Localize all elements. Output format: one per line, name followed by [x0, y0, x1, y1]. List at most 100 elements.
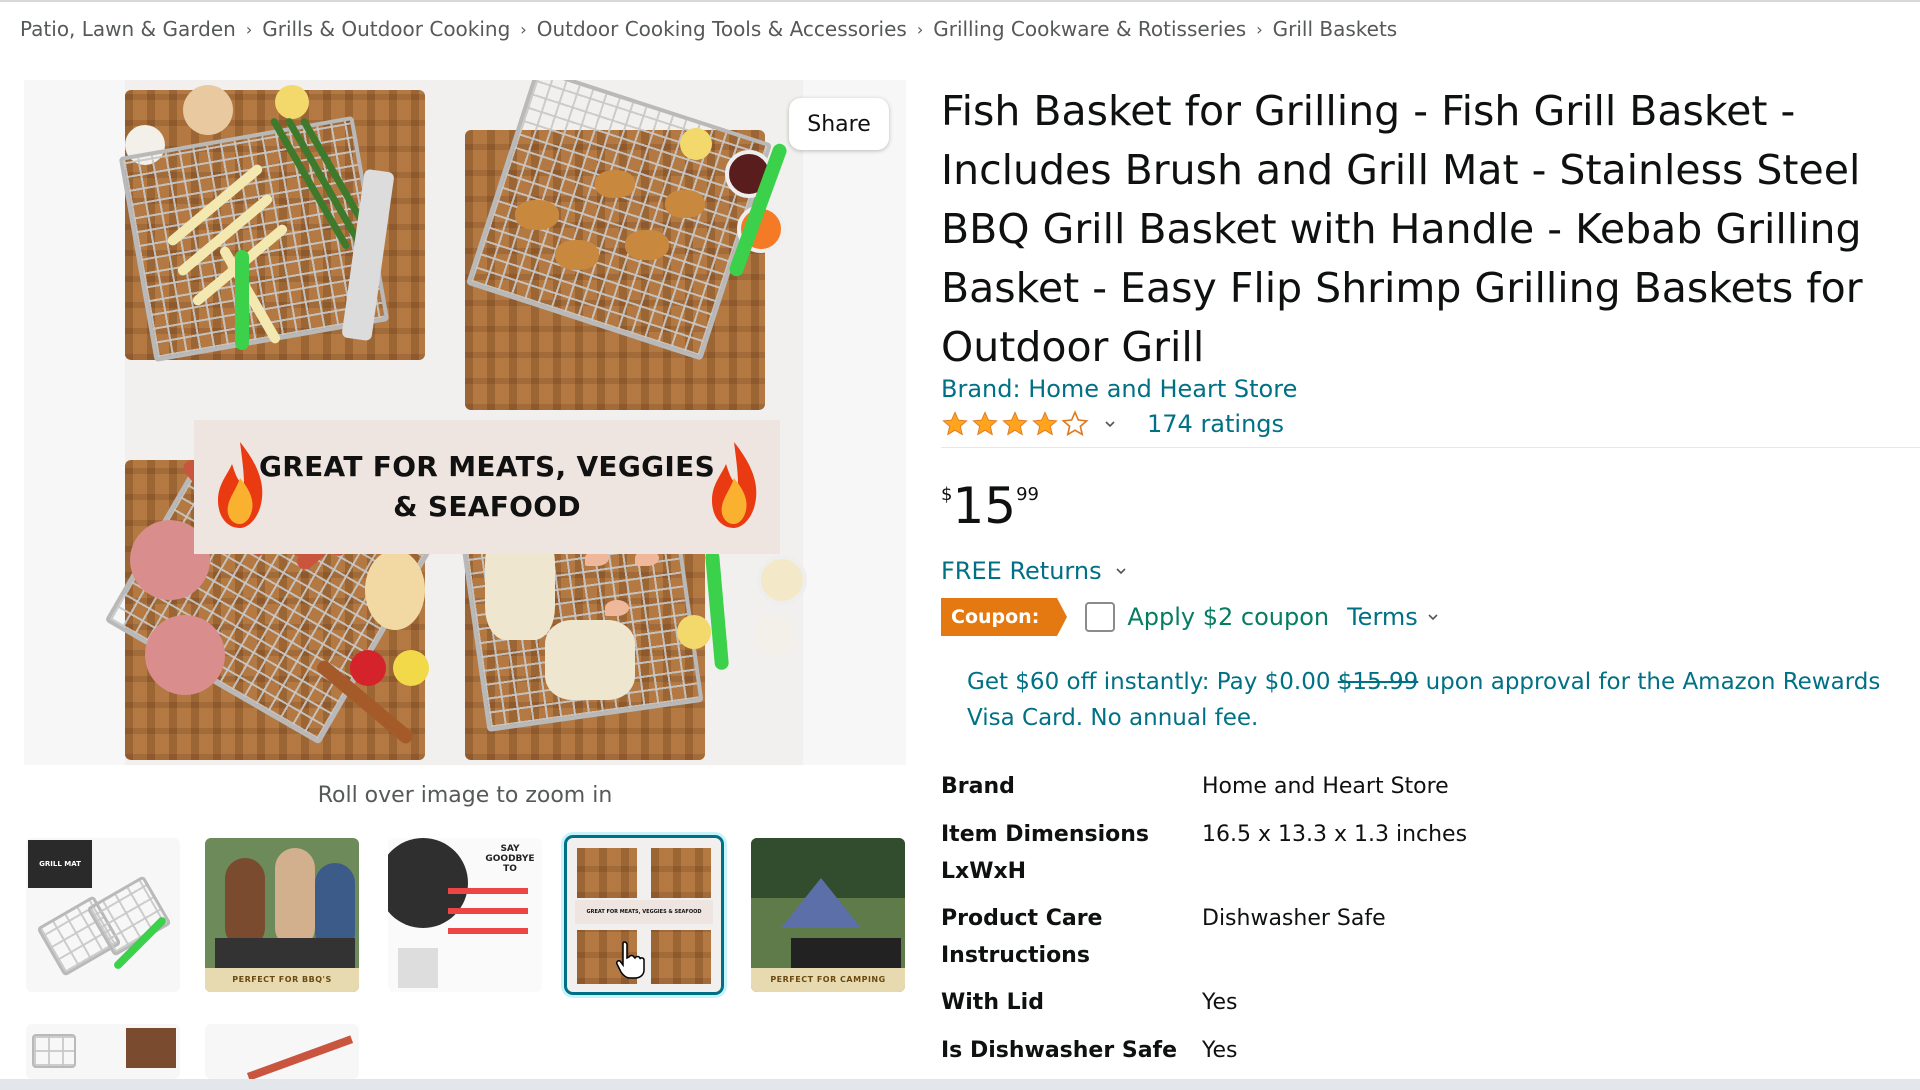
zoom-hint: Roll over image to zoom in: [317, 783, 613, 808]
person-image: [275, 848, 315, 948]
banner-text: GREAT FOR MEATS, VEGGIES & SEAFOOD: [259, 447, 715, 527]
grill-photo-image: [388, 838, 468, 928]
top-divider: [0, 0, 1920, 2]
grill-image: [791, 938, 901, 968]
basting-brush-image: [704, 549, 730, 671]
flame-icon: [218, 442, 263, 528]
price-whole: 15: [952, 477, 1017, 535]
spec-key: Product Care Instructions: [941, 906, 1103, 968]
star-rating[interactable]: [941, 410, 1089, 438]
thumbnail-label: SAY GOODBYE TO: [485, 844, 535, 874]
thumbnail-caption: PERFECT FOR CAMPING: [751, 968, 905, 992]
product-image: [398, 948, 438, 988]
chicken-wing-image: [555, 240, 599, 270]
thumbnail-6[interactable]: [26, 1024, 180, 1079]
spec-value: Home and Heart Store: [1202, 774, 1449, 799]
coupon-row: Coupon: Apply $2 coupon Terms: [941, 598, 1440, 636]
thumbnail-2[interactable]: PERFECT FOR BBQ'S: [205, 838, 359, 992]
bun-image: [365, 550, 425, 630]
list-line-image: [448, 908, 528, 914]
promo-strike-price: $15.99: [1337, 669, 1419, 695]
lemon-image: [275, 85, 309, 119]
mustard-bowl-image: [393, 650, 429, 686]
thumbnail-3[interactable]: SAY GOODBYE TO: [388, 838, 542, 992]
chevron-down-icon[interactable]: [1103, 417, 1117, 431]
spec-key: Is Dishwasher Safe: [941, 1038, 1178, 1063]
thumbnail-5[interactable]: PERFECT FOR CAMPING: [751, 838, 905, 992]
spec-value: Yes: [1202, 990, 1238, 1015]
basting-brush-image: [235, 250, 249, 350]
sauce-bowl-image: [757, 555, 807, 605]
grill-image: [215, 938, 355, 968]
fish-fillet-image: [545, 620, 635, 700]
spec-key: Item Dimensions LxWxH: [941, 822, 1150, 884]
thumbnail-label: GREAT FOR MEATS, VEGGIES & SEAFOOD: [575, 900, 713, 924]
thumbnail-label: GRILL MAT: [28, 840, 92, 888]
breadcrumb-item-grilling-cookware[interactable]: Grilling Cookware & Rotisseries: [933, 17, 1246, 41]
person-image: [225, 858, 265, 948]
price-symbol: $: [941, 484, 953, 505]
shrimp-image: [605, 600, 629, 616]
burger-patty-image: [145, 615, 225, 695]
product-title: Fish Basket for Grilling - Fish Grill Ba…: [941, 87, 1863, 371]
list-line-image: [448, 928, 528, 934]
chevron-right-icon: ›: [916, 19, 924, 39]
image-banner: GREAT FOR MEATS, VEGGIES & SEAFOOD: [194, 420, 780, 554]
brand-link[interactable]: Brand: Home and Heart Store: [941, 375, 1297, 403]
rewards-card-promo[interactable]: Get $60 off instantly: Pay $0.00 $15.99 …: [967, 664, 1907, 736]
chicken-wing-image: [515, 200, 559, 230]
thumbnail-caption: PERFECT FOR BBQ'S: [205, 968, 359, 992]
sauce-bowl-image: [755, 615, 795, 655]
promo-prefix: Get $60 off instantly: Pay $0.00: [967, 669, 1338, 695]
section-divider: [941, 447, 1920, 448]
coupon-terms-link[interactable]: Terms: [1347, 603, 1440, 631]
apply-coupon-label[interactable]: Apply $2 coupon: [1127, 603, 1329, 631]
spec-value: Dishwasher Safe: [1202, 906, 1386, 931]
breadcrumb-item-patio-lawn-garden[interactable]: Patio, Lawn & Garden: [20, 17, 236, 41]
chicken-wing-image: [595, 170, 635, 198]
rating-row: 174 ratings: [941, 410, 1284, 438]
breadcrumb: Patio, Lawn & Garden › Grills & Outdoor …: [20, 17, 1397, 41]
lemon-image: [677, 615, 711, 649]
chicken-wing-image: [625, 230, 669, 260]
star-filled-icon: [942, 411, 968, 436]
coupon-checkbox[interactable]: [1085, 602, 1116, 632]
chevron-right-icon: ›: [1256, 19, 1263, 39]
cutting-board-image: [651, 848, 711, 898]
banner-line-2: & SEAFOOD: [393, 490, 581, 523]
star-filled-icon: [1032, 411, 1058, 436]
product-image: [126, 1028, 176, 1068]
terms-label: Terms: [1347, 603, 1418, 631]
cutting-board-image: [577, 848, 637, 898]
skewer-image: [246, 1035, 354, 1079]
chevron-right-icon: ›: [245, 19, 253, 39]
chicken-wing-image: [665, 190, 705, 218]
breadcrumb-item-outdoor-cooking-tools[interactable]: Outdoor Cooking Tools & Accessories: [537, 17, 907, 41]
thumbnail-1[interactable]: GRILL MAT: [26, 838, 180, 992]
star-empty-icon: [1061, 410, 1089, 437]
spec-value: Yes: [1202, 1038, 1238, 1063]
onion-image: [183, 85, 233, 135]
list-line-image: [448, 888, 528, 894]
share-button[interactable]: Share: [789, 98, 889, 150]
price: $ 15 99: [941, 478, 1039, 534]
banner-line-1: GREAT FOR MEATS, VEGGIES: [258, 450, 716, 483]
breadcrumb-item-grill-baskets[interactable]: Grill Baskets: [1273, 17, 1398, 41]
star-filled-icon: [972, 411, 998, 436]
thumbnail-7[interactable]: [205, 1024, 359, 1079]
ketchup-bowl-image: [350, 650, 386, 686]
cutting-board-image: [651, 930, 711, 984]
coupon-badge: Coupon:: [941, 598, 1068, 636]
lemon-image: [680, 128, 712, 160]
chevron-down-icon: [1116, 568, 1126, 575]
main-product-image[interactable]: GREAT FOR MEATS, VEGGIES & SEAFOOD: [24, 80, 906, 765]
spec-key: Brand: [941, 774, 1015, 799]
spec-value: 16.5 x 13.3 x 1.3 inches: [1202, 822, 1468, 847]
chevron-down-icon: [1428, 614, 1438, 621]
price-fraction: 99: [1016, 484, 1039, 505]
free-returns-link[interactable]: FREE Returns: [941, 557, 1128, 585]
tent-image: [781, 878, 861, 928]
ratings-count-link[interactable]: 174 ratings: [1147, 410, 1284, 438]
page-bottom-edge: [0, 1079, 1920, 1090]
breadcrumb-item-grills-outdoor-cooking[interactable]: Grills & Outdoor Cooking: [262, 17, 510, 41]
